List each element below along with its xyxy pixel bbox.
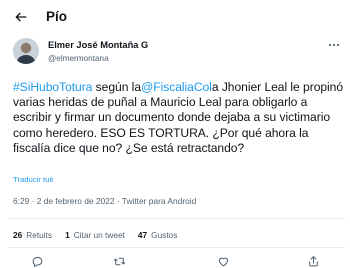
likes-count: 47 — [137, 230, 148, 240]
reply-icon — [32, 256, 42, 267]
tweet-timestamp[interactable]: 6:29 · 2 de febrero de 2022 · Twitter pa… — [13, 196, 196, 206]
arrow-left-icon — [15, 12, 27, 22]
like-button[interactable] — [215, 255, 231, 268]
tweet-text-segment: según la — [92, 80, 141, 94]
avatar[interactable] — [13, 38, 39, 64]
reply-button[interactable] — [29, 255, 45, 268]
like-icon — [218, 257, 228, 267]
author-handle[interactable]: @elmermontana — [48, 54, 109, 63]
back-button[interactable] — [10, 6, 32, 28]
quotes-label: Citar un tweet — [73, 230, 125, 240]
more-options-button[interactable] — [326, 39, 342, 51]
hashtag-link[interactable]: #SiHuboTotura — [13, 80, 92, 94]
likes-stat[interactable]: 47 Gustos — [138, 230, 178, 240]
top-bar: Pío — [0, 0, 350, 36]
more-icon — [328, 43, 340, 47]
author-display-name[interactable]: Elmer José Montaña G — [48, 40, 148, 50]
share-button[interactable] — [305, 255, 321, 268]
tweet-actions — [0, 255, 350, 268]
tweet-author: Elmer José Montaña G @elmermontana — [0, 37, 350, 75]
retweets-stat[interactable]: 26 Retuits — [13, 230, 52, 240]
divider — [8, 247, 345, 248]
quotes-count: 1 — [65, 230, 70, 240]
retweet-button[interactable] — [111, 255, 127, 268]
quotes-stat[interactable]: 1 Citar un tweet — [65, 230, 125, 240]
share-icon — [308, 256, 318, 267]
mention-link[interactable]: @FiscaliaCol — [141, 80, 212, 94]
tweet-text: #SiHuboTotura según la@FiscaliaCola Jhon… — [13, 80, 345, 156]
retweet-icon — [113, 257, 125, 266]
page-title: Pío — [46, 9, 68, 24]
retweets-label: Retuits — [26, 230, 53, 240]
translate-tweet-link[interactable]: Traducir tuit — [13, 175, 53, 184]
divider — [8, 218, 345, 219]
retweets-count: 26 — [13, 230, 23, 240]
likes-label: Gustos — [151, 230, 178, 240]
tweet-stats: 26 Retuits 1 Citar un tweet 47 Gustos — [13, 230, 190, 240]
